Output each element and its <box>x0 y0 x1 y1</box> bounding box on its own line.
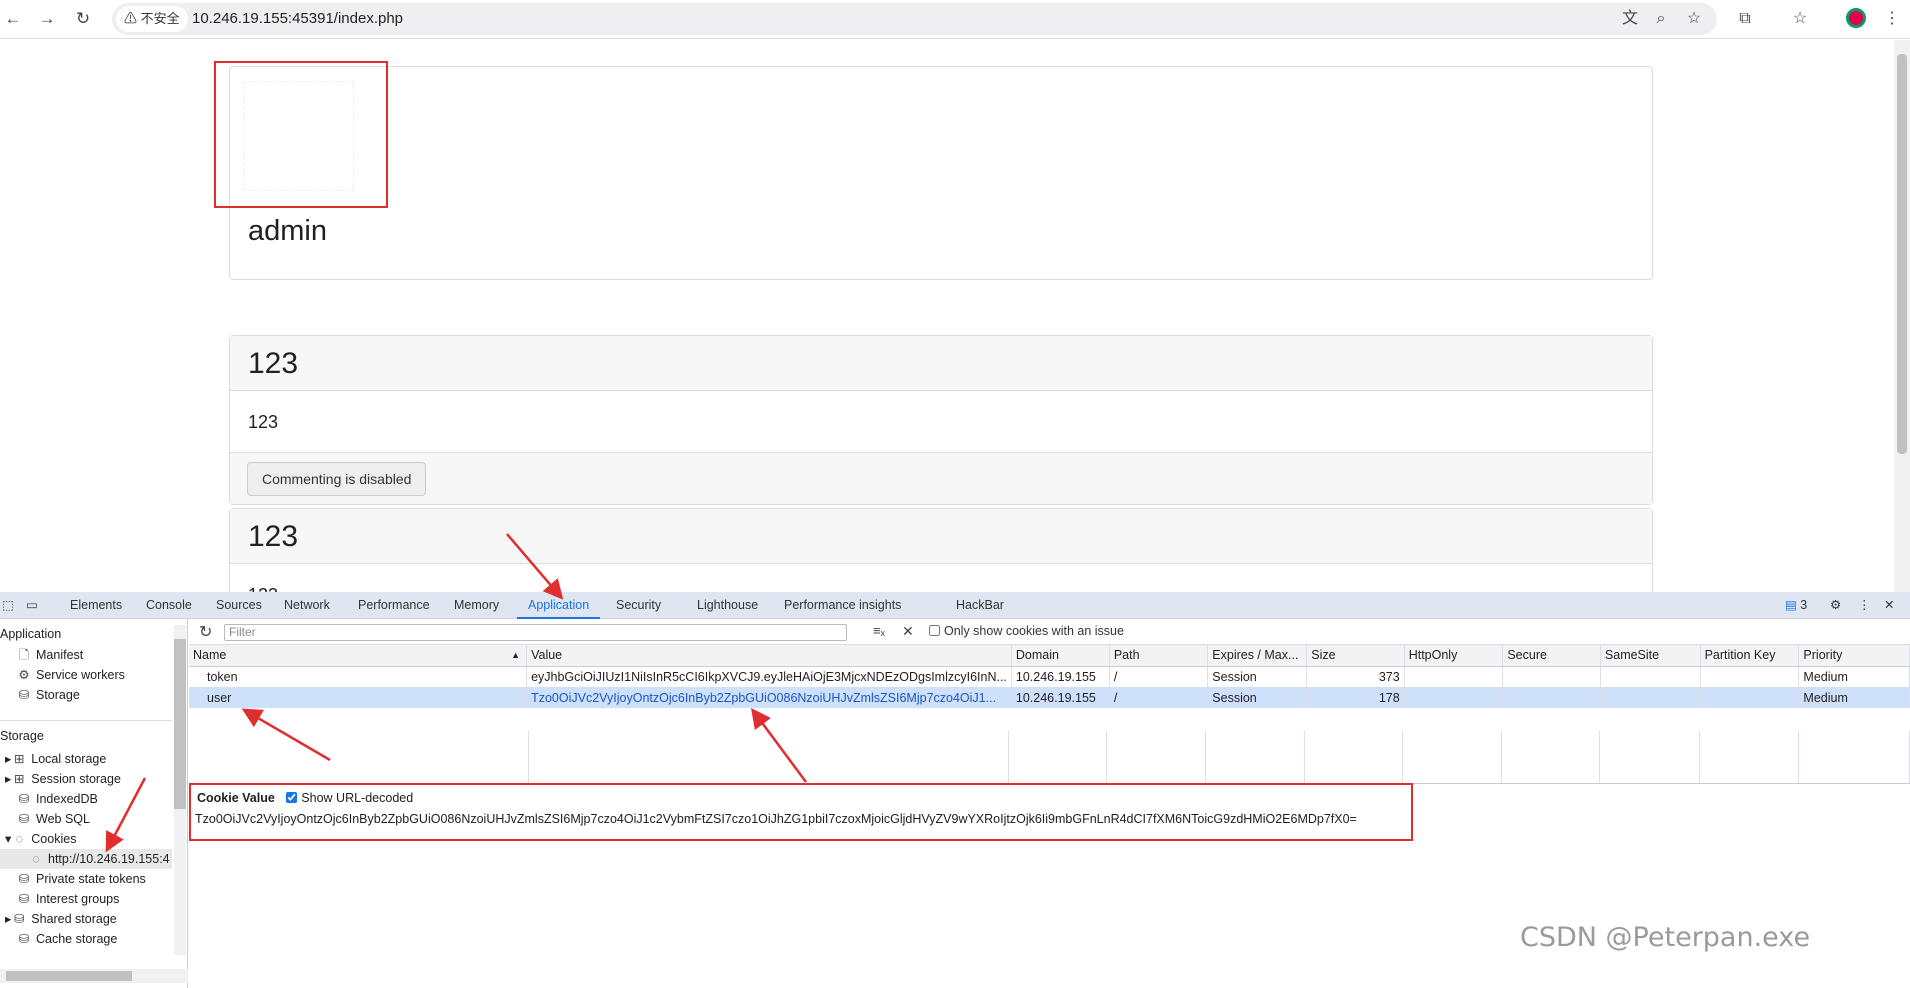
annotation-arrows <box>105 533 808 853</box>
arrow <box>506 533 564 600</box>
arrow <box>105 777 147 853</box>
arrow <box>751 707 808 783</box>
watermark: CSDN @Peterpan.exe <box>1520 922 1811 953</box>
arrow <box>241 708 331 762</box>
